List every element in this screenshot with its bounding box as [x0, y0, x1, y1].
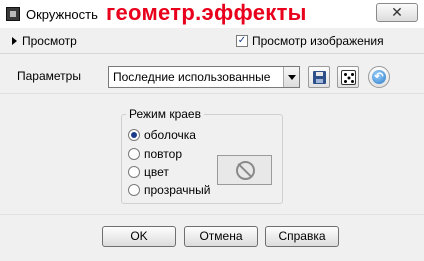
reset-icon: ↶ — [372, 70, 386, 84]
params-row: Параметры Последние использованные ↶ — [0, 56, 424, 94]
preset-value: Последние использованные — [113, 70, 271, 84]
overlay-caption: геометр.эффекты — [106, 0, 307, 25]
image-preview-checkbox[interactable]: ✓ — [236, 35, 248, 47]
close-button[interactable]: ✕ — [376, 3, 418, 22]
radio-color-label[interactable]: цвет — [144, 165, 169, 179]
expand-triangle-icon[interactable] — [12, 37, 17, 45]
radio-wrap-label[interactable]: оболочка — [144, 128, 196, 142]
footer-divider — [0, 214, 424, 215]
radio-wrap[interactable] — [128, 129, 140, 141]
color-swatch-button[interactable] — [217, 155, 272, 185]
window-title: Окружность — [26, 7, 98, 22]
floppy-disk-icon — [313, 71, 326, 84]
radio-repeat[interactable] — [128, 148, 140, 160]
help-button[interactable]: Справка — [265, 226, 339, 247]
preset-dropdown[interactable]: Последние использованные — [108, 66, 300, 88]
edge-mode-title: Режим краев — [126, 107, 204, 121]
prohibited-icon — [236, 161, 255, 180]
preview-expander-label[interactable]: Просмотр — [22, 34, 77, 48]
app-icon — [6, 7, 20, 21]
radio-color[interactable] — [128, 166, 140, 178]
preview-bar: Просмотр ✓ Просмотр изображения — [0, 28, 424, 54]
chevron-down-icon[interactable] — [283, 67, 299, 87]
reset-button[interactable]: ↶ — [368, 66, 390, 88]
cancel-button[interactable]: Отмена — [184, 226, 258, 247]
radio-transparent[interactable] — [128, 184, 140, 196]
title-bar: Окружность геометр.эффекты ✕ — [0, 0, 424, 28]
save-preset-button[interactable] — [308, 66, 330, 88]
image-preview-label[interactable]: Просмотр изображения — [252, 34, 384, 48]
ok-button[interactable]: OK — [102, 226, 176, 247]
dice-icon — [341, 70, 356, 85]
radio-transparent-label[interactable]: прозрачный — [144, 183, 211, 197]
randomize-button[interactable] — [337, 66, 359, 88]
radio-repeat-label[interactable]: повтор — [144, 147, 182, 161]
params-label: Параметры — [17, 69, 81, 83]
